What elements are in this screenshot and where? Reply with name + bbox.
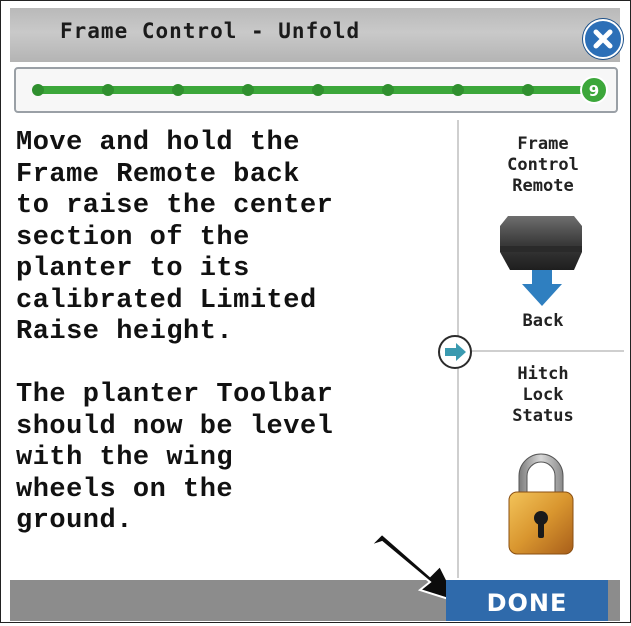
panel-divider — [458, 350, 624, 352]
progress-step-dot — [452, 84, 464, 96]
progress-track: 9 — [32, 76, 608, 104]
dialog-title: Frame Control - Unfold — [60, 19, 361, 43]
progress-step-dot — [242, 84, 254, 96]
padlock-locked-icon — [508, 453, 574, 555]
hitch-panel-title: Hitch Lock Status — [512, 364, 574, 426]
progress-step-number: 9 — [589, 82, 599, 100]
close-icon — [593, 29, 613, 49]
progress-step-dot — [102, 84, 114, 96]
step-progress: 9 — [14, 67, 618, 113]
progress-step-dot — [312, 84, 324, 96]
progress-step-dot — [172, 84, 184, 96]
remote-direction-label: Back — [522, 311, 564, 331]
progress-step-dot — [382, 84, 394, 96]
instruction-text: Move and hold the Frame Remote back to r… — [16, 128, 334, 536]
done-button[interactable]: DONE — [446, 580, 608, 621]
progress-step-dot — [32, 84, 44, 96]
close-button[interactable] — [583, 19, 623, 59]
progress-step-dot — [522, 84, 534, 96]
title-bar: Frame Control - Unfold — [10, 8, 620, 62]
remote-panel-title: Frame Control Remote — [507, 134, 579, 196]
frame-remote-icon — [500, 216, 582, 306]
